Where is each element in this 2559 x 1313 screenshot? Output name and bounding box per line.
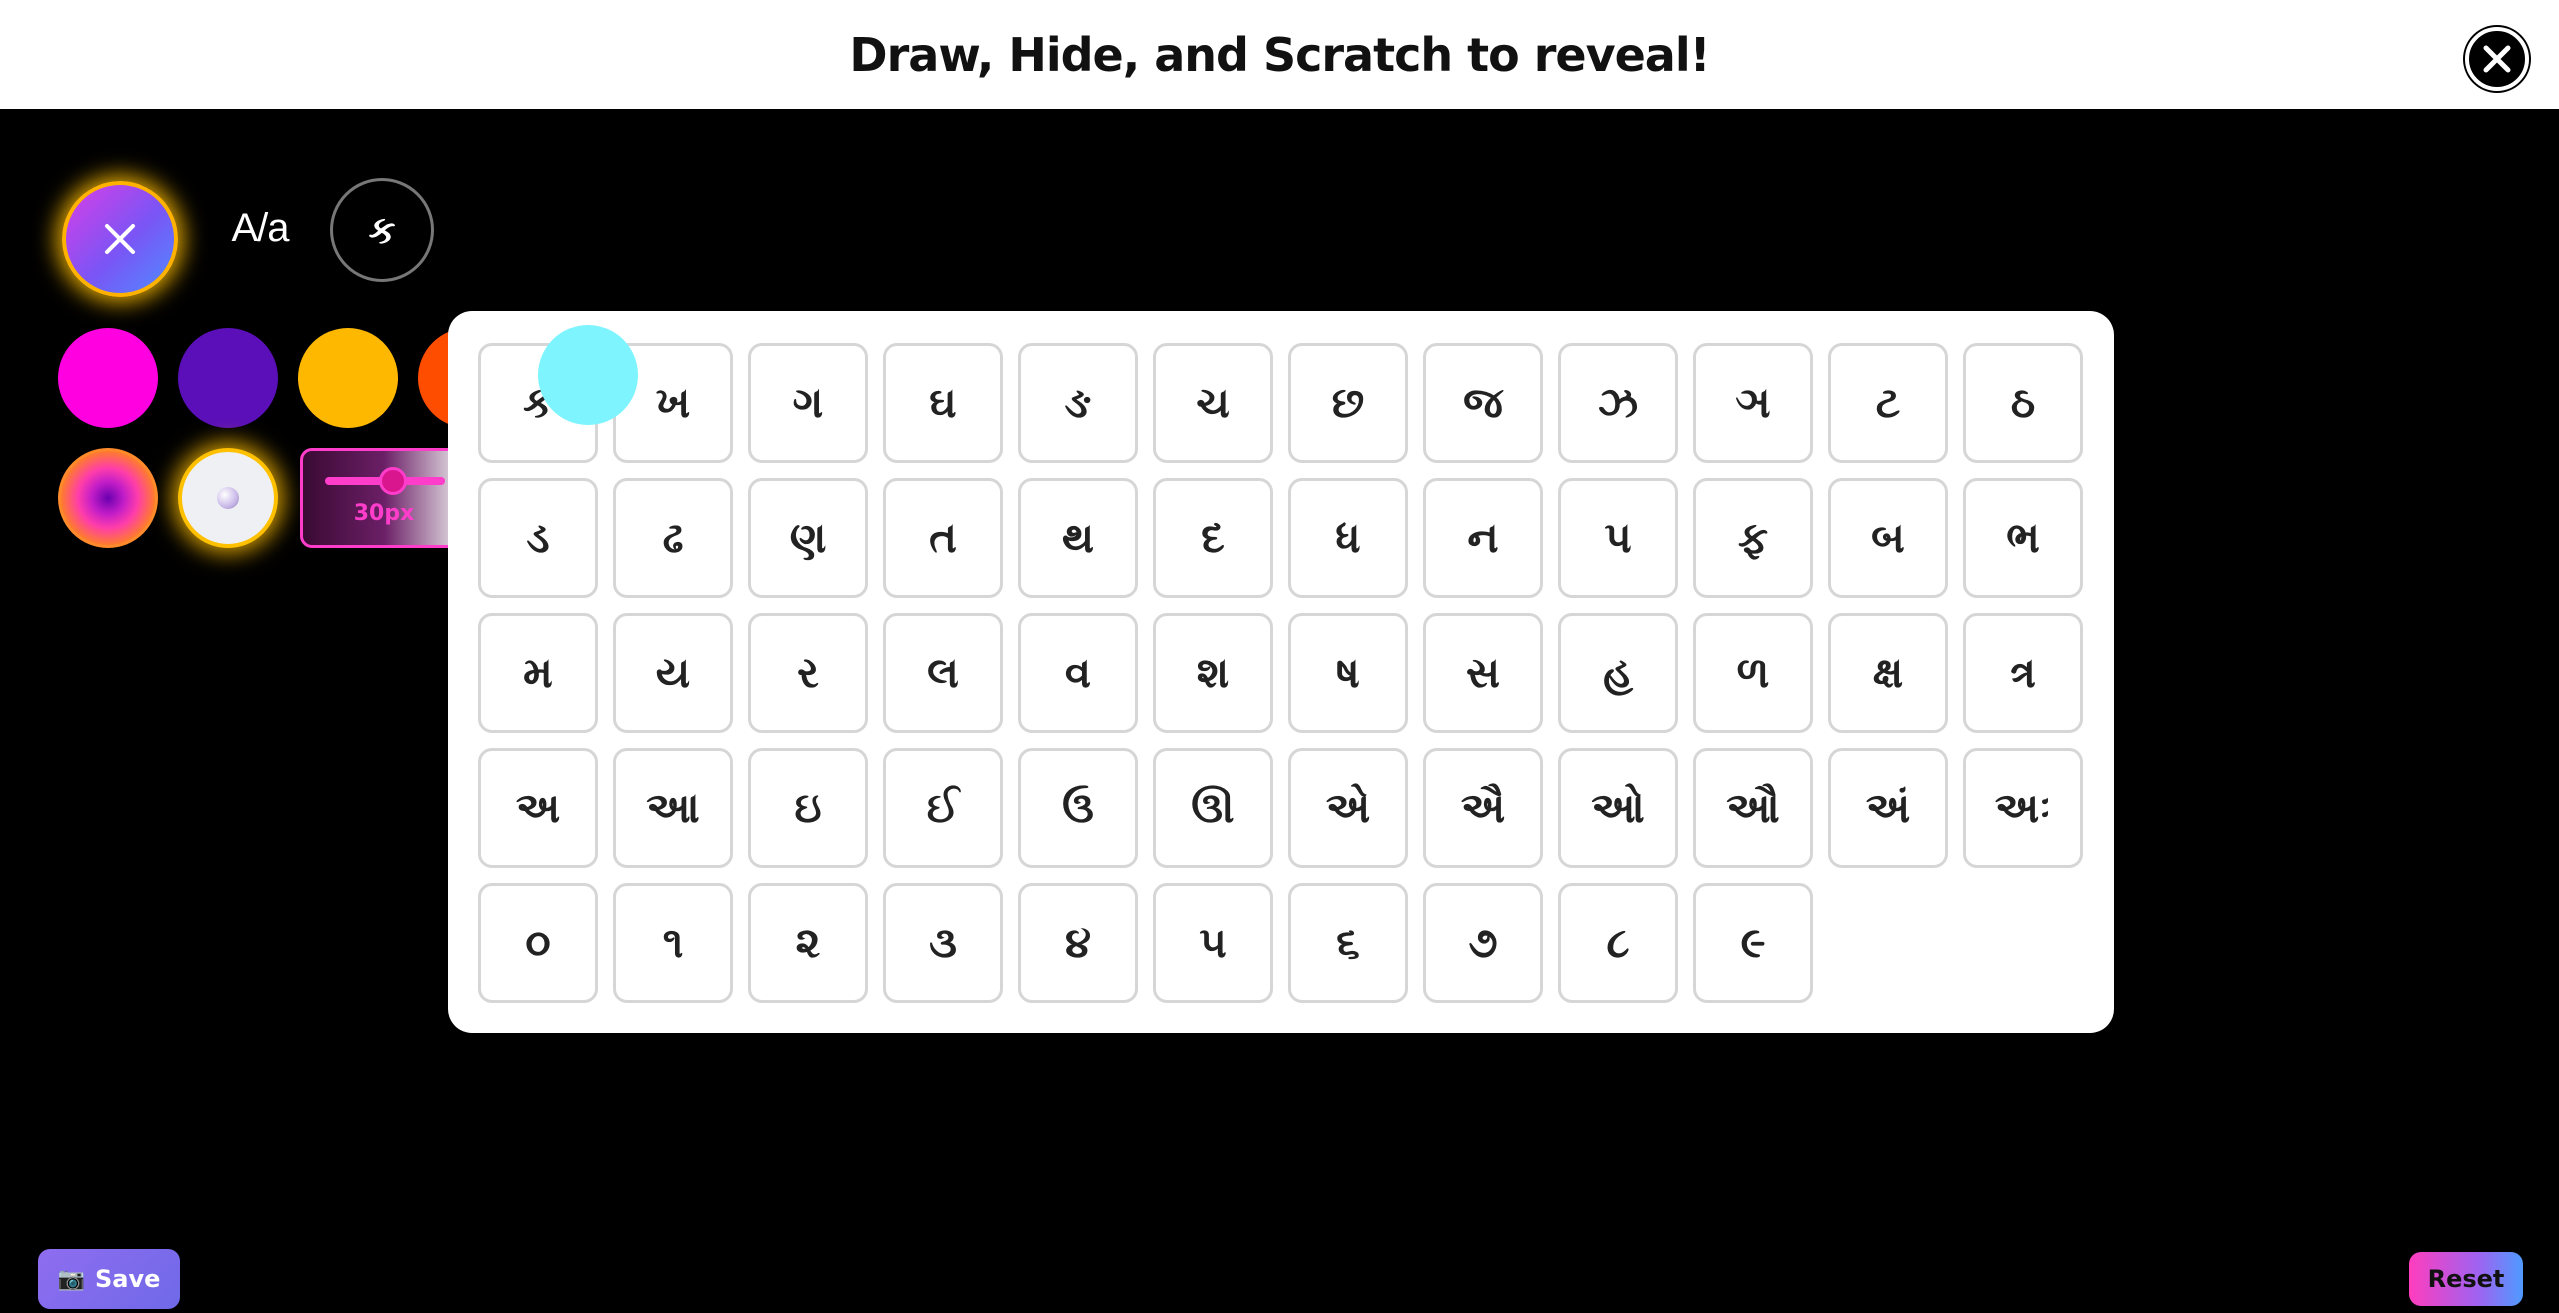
brush-size-thumb[interactable] (379, 467, 407, 495)
keyboard-key[interactable]: ટ (1828, 343, 1948, 463)
keyboard-key[interactable]: ળ (1693, 613, 1813, 733)
keyboard-key[interactable]: ૧ (613, 883, 733, 1003)
close-icon (105, 224, 135, 254)
keyboard-key[interactable]: એ (1288, 748, 1408, 868)
keyboard-key[interactable]: ય (613, 613, 733, 733)
keyboard-key[interactable]: અ (478, 748, 598, 868)
keyboard-key[interactable]: મ (478, 613, 598, 733)
keyboard-key[interactable]: ગ (748, 343, 868, 463)
save-label: Save (95, 1265, 161, 1293)
keyboard-key[interactable]: લ (883, 613, 1003, 733)
keyboard-key[interactable]: છ (1288, 343, 1408, 463)
keyboard-key[interactable]: ઇ (748, 748, 868, 868)
keyboard-key[interactable]: ઞ (1693, 343, 1813, 463)
keyboard-key[interactable]: ઓ (1558, 748, 1678, 868)
save-button[interactable]: 📷 Save (38, 1249, 180, 1309)
keyboard-key[interactable]: ફ (1693, 478, 1813, 598)
color-swatch-cyan[interactable] (538, 325, 638, 425)
keyboard-key[interactable]: ૪ (1018, 883, 1138, 1003)
color-swatch-yellow[interactable] (298, 328, 398, 428)
keyboard-key[interactable]: શ (1153, 613, 1273, 733)
keyboard-key[interactable]: ઢ (613, 478, 733, 598)
keyboard-key[interactable]: વ (1018, 613, 1138, 733)
gujarati-keyboard: ક ખ ગ ઘ ઙ ચ છ જ ઝ ઞ ટ ઠ ડ ઢ ણ ત થ દ ધ ન પ ફ બ ભ મ ય ર લ વ શ ષ સ હ ળ ક્ષ ત્ર… (448, 311, 2114, 1033)
keyboard-key[interactable]: ઐ (1423, 748, 1543, 868)
keyboard-key[interactable]: ત્ર (1963, 613, 2083, 733)
close-button[interactable] (2465, 27, 2529, 91)
keyboard-key[interactable]: ધ (1288, 478, 1408, 598)
keyboard-key[interactable]: ડ (478, 478, 598, 598)
keyboard-key[interactable]: ૯ (1693, 883, 1813, 1003)
keyboard-key[interactable]: ન (1423, 478, 1543, 598)
keyboard-key[interactable]: અઃ (1963, 748, 2083, 868)
brush-size-control: 30px (300, 448, 468, 548)
header-bar: Draw, Hide, and Scratch to reveal! (0, 0, 2559, 109)
keyboard-key[interactable]: ૦ (478, 883, 598, 1003)
keyboard-key[interactable]: ચ (1153, 343, 1273, 463)
keyboard-key[interactable]: પ (1558, 478, 1678, 598)
keyboard-key[interactable]: ૮ (1558, 883, 1678, 1003)
keyboard-key[interactable]: આ (613, 748, 733, 868)
keyboard-key[interactable]: ૬ (1288, 883, 1408, 1003)
keyboard-key[interactable]: ક્ષ (1828, 613, 1948, 733)
page-title: Draw, Hide, and Scratch to reveal! (849, 27, 1710, 82)
keyboard-key[interactable]: ઠ (1963, 343, 2083, 463)
keyboard-key[interactable]: ૫ (1153, 883, 1273, 1003)
keyboard-key[interactable]: ઔ (1693, 748, 1813, 868)
keyboard-key[interactable]: થ (1018, 478, 1138, 598)
keyboard-key[interactable]: ષ (1288, 613, 1408, 733)
keyboard-key[interactable]: અં (1828, 748, 1948, 868)
keyboard-key[interactable]: દ (1153, 478, 1273, 598)
rainbow-brush-button[interactable] (58, 448, 158, 548)
keyboard-key[interactable]: ૩ (883, 883, 1003, 1003)
keyboard-key[interactable]: ઊ (1153, 748, 1273, 868)
camera-icon: 📷 (57, 1266, 85, 1292)
keyboard-key[interactable]: બ (1828, 478, 1948, 598)
letter-toggle-button[interactable]: ક (330, 178, 434, 282)
keyboard-key[interactable]: ઉ (1018, 748, 1138, 868)
keyboard-key[interactable]: ઙ (1018, 343, 1138, 463)
keyboard-key[interactable]: ૨ (748, 883, 868, 1003)
eraser-icon (217, 487, 239, 509)
keyboard-key[interactable]: ઝ (1558, 343, 1678, 463)
keyboard-key[interactable]: ત (883, 478, 1003, 598)
keyboard-key[interactable]: ર (748, 613, 868, 733)
clear-tool-button[interactable] (62, 181, 178, 297)
keyboard-key[interactable]: ણ (748, 478, 868, 598)
case-toggle-button[interactable]: A/a (212, 192, 308, 264)
keyboard-key[interactable]: ઈ (883, 748, 1003, 868)
color-swatch-purple[interactable] (178, 328, 278, 428)
keyboard-key[interactable]: ૭ (1423, 883, 1543, 1003)
color-swatch-magenta[interactable] (58, 328, 158, 428)
keyboard-key[interactable]: ઘ (883, 343, 1003, 463)
eraser-button[interactable] (178, 448, 278, 548)
keyboard-key[interactable]: સ (1423, 613, 1543, 733)
keyboard-key[interactable]: ભ (1963, 478, 2083, 598)
keyboard-key[interactable]: હ (1558, 613, 1678, 733)
reset-button[interactable]: Reset (2409, 1252, 2523, 1306)
keyboard-key[interactable]: જ (1423, 343, 1543, 463)
close-icon (2483, 45, 2511, 73)
brush-size-label: 30px (353, 501, 415, 526)
